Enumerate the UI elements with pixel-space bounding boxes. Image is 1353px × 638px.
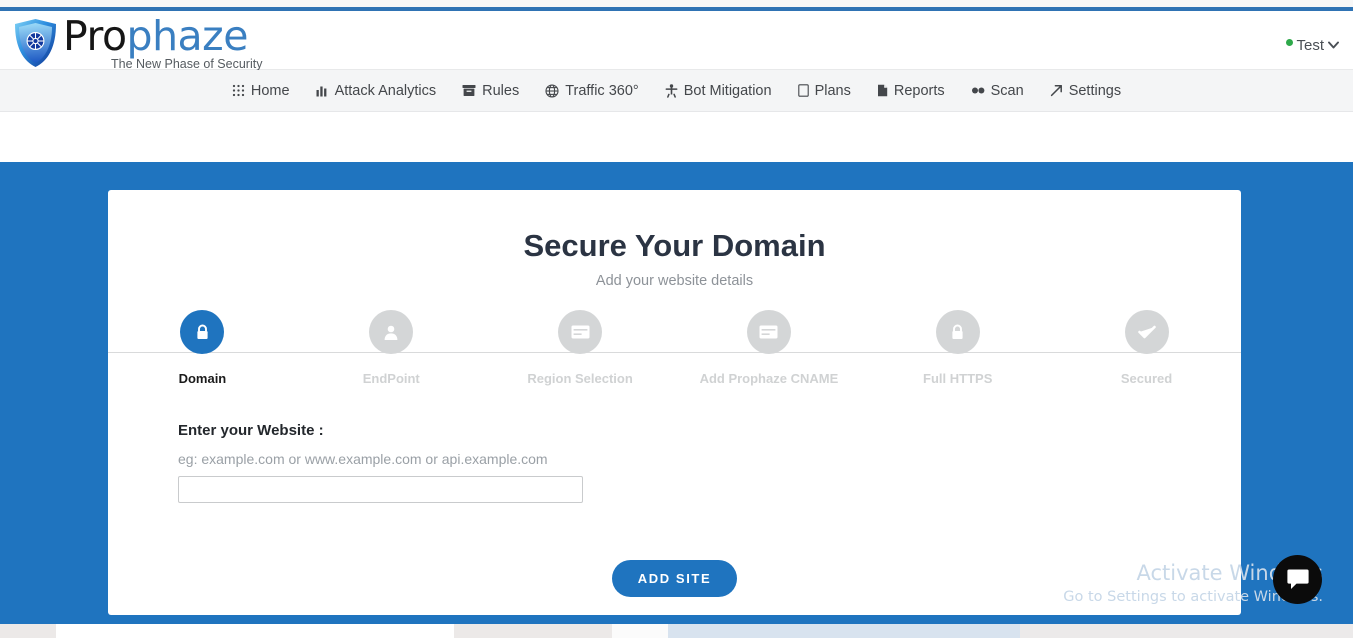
- taskbar-segment: [612, 624, 668, 638]
- nav-label: Plans: [814, 82, 851, 99]
- globe-icon: [545, 83, 559, 98]
- nav-label: Settings: [1068, 82, 1122, 99]
- user-icon: [383, 324, 399, 341]
- content-spacer: [0, 112, 1353, 162]
- user-menu[interactable]: Test: [1286, 37, 1339, 54]
- nav-label: Bot Mitigation: [683, 82, 772, 99]
- page-title: Secure Your Domain: [523, 228, 826, 263]
- taskbar-segment: [1020, 624, 1353, 638]
- step-label: Domain: [178, 371, 227, 386]
- user-name-label: Test: [1296, 37, 1324, 54]
- brand-logo[interactable]: Prophaze The New Phase of Security: [12, 16, 262, 71]
- page-root: Prophaze The New Phase of Security Test …: [0, 0, 1353, 638]
- step-full-https[interactable]: Full HTTPS: [863, 310, 1052, 400]
- browser-chrome-top: [0, 0, 1353, 7]
- card-icon: [759, 325, 778, 339]
- website-input[interactable]: [178, 476, 583, 503]
- binoculars-icon: [971, 86, 985, 95]
- arrow-up-right-icon: [1050, 84, 1063, 97]
- lock-icon: [950, 324, 965, 341]
- nav-label: Reports: [893, 82, 945, 99]
- robot-icon: [665, 83, 678, 98]
- step-circle: [558, 310, 603, 354]
- progress-stepper: Domain EndPoint Region Selection Add Pro…: [108, 310, 1241, 400]
- step-circle: [746, 310, 791, 354]
- nav-label: Home: [250, 82, 290, 99]
- website-field-label: Enter your Website :: [178, 422, 324, 439]
- chat-widget-button[interactable]: [1273, 555, 1322, 604]
- site-header: Prophaze The New Phase of Security Test: [0, 11, 1353, 70]
- nav-item-bot-mitigation[interactable]: Bot Mitigation: [652, 83, 785, 99]
- nav-label: Rules: [482, 82, 520, 99]
- step-region-selection[interactable]: Region Selection: [486, 310, 675, 400]
- nav-item-reports[interactable]: Reports: [864, 83, 958, 99]
- nav-item-traffic-360[interactable]: Traffic 360°: [532, 83, 652, 99]
- nav-label: Scan: [990, 82, 1024, 99]
- step-endpoint[interactable]: EndPoint: [297, 310, 486, 400]
- nav-item-attack-analytics[interactable]: Attack Analytics: [303, 83, 450, 99]
- main-navigation: Home Attack Analytics Rules Traffic 360°…: [0, 70, 1353, 112]
- step-label: Add Prophaze CNAME: [699, 371, 839, 386]
- step-secured[interactable]: Secured: [1052, 310, 1241, 400]
- bar-chart-icon: [316, 84, 329, 97]
- brand-wordmark: Prophaze: [63, 16, 262, 57]
- step-label: Full HTTPS: [923, 371, 993, 386]
- step-label: Region Selection: [527, 371, 633, 386]
- secure-domain-card: Secure Your Domain Add your website deta…: [108, 190, 1241, 615]
- step-circle: [180, 310, 225, 354]
- os-taskbar: [0, 624, 1353, 638]
- step-domain[interactable]: Domain: [108, 310, 297, 400]
- taskbar-segment: [668, 624, 1020, 638]
- step-circle: [369, 310, 414, 354]
- lock-icon: [195, 324, 210, 341]
- taskbar-segment: [56, 624, 454, 638]
- archive-icon: [462, 84, 476, 97]
- chevron-down-icon: [1328, 40, 1339, 52]
- domain-form: Enter your Website : eg: example.com or …: [108, 422, 1241, 503]
- nav-label: Traffic 360°: [565, 82, 639, 99]
- website-field-hint: eg: example.com or www.example.com or ap…: [178, 451, 548, 467]
- document-icon: [797, 84, 809, 97]
- nav-item-home[interactable]: Home: [219, 83, 303, 99]
- nav-item-rules[interactable]: Rules: [449, 83, 532, 99]
- nav-item-scan[interactable]: Scan: [958, 83, 1037, 99]
- page-subtitle: Add your website details: [595, 273, 754, 289]
- add-site-button[interactable]: ADD SITE: [611, 560, 738, 597]
- nav-label: Attack Analytics: [334, 82, 437, 99]
- check-icon: [1137, 324, 1157, 340]
- shield-icon: [12, 17, 59, 69]
- card-icon: [571, 325, 590, 339]
- brand-tagline: The New Phase of Security: [111, 57, 263, 71]
- step-circle: [935, 310, 980, 354]
- grid-icon: [232, 84, 245, 97]
- online-status-dot: [1286, 39, 1294, 46]
- report-icon: [877, 84, 888, 97]
- brand-word-light: phaze: [126, 12, 249, 60]
- step-add-prophaze-cname[interactable]: Add Prophaze CNAME: [674, 310, 863, 400]
- step-label: Secured: [1120, 371, 1173, 386]
- step-label: EndPoint: [362, 371, 420, 386]
- step-circle: [1124, 310, 1169, 354]
- nav-item-settings[interactable]: Settings: [1037, 83, 1134, 99]
- chat-bubble-icon: [1286, 568, 1310, 591]
- nav-item-plans[interactable]: Plans: [785, 83, 864, 99]
- brand-word-dark: Pro: [63, 12, 127, 60]
- submit-row: ADD SITE: [108, 560, 1241, 597]
